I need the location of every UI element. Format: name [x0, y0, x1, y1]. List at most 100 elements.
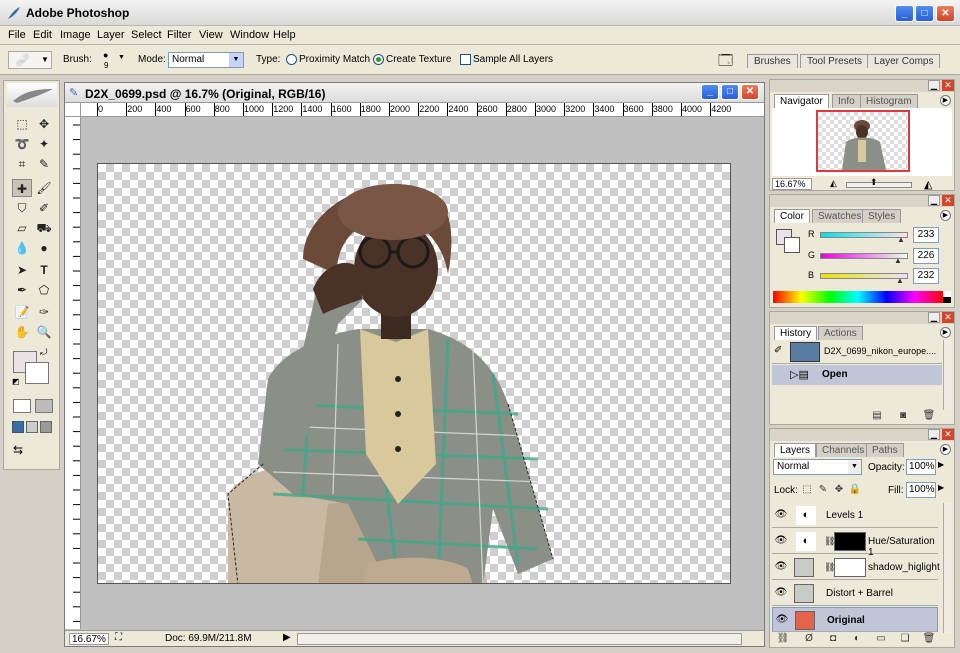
hand-tool-icon[interactable]: ✋ — [12, 323, 32, 341]
lasso-tool-icon[interactable]: ➰ — [12, 135, 32, 153]
move-tool-icon[interactable]: ✥ — [34, 115, 54, 133]
menu-window[interactable]: Window — [230, 29, 269, 41]
panel-minimize-button[interactable]: ▁ — [928, 80, 940, 91]
magic-wand-tool-icon[interactable]: ✦ — [34, 135, 54, 153]
panel-minimize-button[interactable]: ▁ — [928, 195, 940, 206]
history-brush-tool-icon[interactable]: ✐ — [34, 199, 54, 217]
layer-row-levels[interactable]: 👁 ◐ Levels 1 — [772, 503, 938, 528]
ruler-origin[interactable] — [65, 103, 81, 117]
eye-icon[interactable]: 👁 — [774, 509, 788, 521]
new-document-from-state-icon[interactable]: ▤ — [870, 410, 884, 422]
navigator-zoom-slider[interactable] — [846, 182, 912, 188]
lock-pixels-icon[interactable]: ✎ — [816, 484, 830, 496]
swap-colors-icon[interactable]: ⤾ — [40, 347, 48, 358]
zoom-field[interactable]: 16.67% — [69, 633, 109, 645]
green-value-input[interactable]: 226 — [913, 248, 939, 264]
default-colors-icon[interactable]: ◩ — [12, 377, 20, 386]
tab-layers[interactable]: Layers — [774, 443, 817, 457]
trash-icon[interactable]: 🗑 — [922, 410, 936, 422]
well-tab-tool-presets[interactable]: Tool Presets — [800, 54, 870, 68]
close-button[interactable]: ✕ — [936, 5, 955, 22]
maximize-button[interactable]: □ — [915, 5, 934, 22]
panel-menu-icon[interactable]: ▶ — [940, 95, 951, 106]
history-brush-source-icon[interactable]: ✐ — [774, 345, 782, 356]
menu-image[interactable]: Image — [60, 29, 91, 41]
notes-tool-icon[interactable]: 📝 — [12, 303, 32, 321]
fill-arrow-icon[interactable]: ▶ — [938, 483, 944, 492]
eye-icon[interactable]: 👁 — [774, 535, 788, 547]
navigator-preview[interactable] — [772, 108, 952, 176]
tab-info[interactable]: Info — [832, 94, 861, 108]
tab-channels[interactable]: Channels — [816, 443, 871, 457]
menu-view[interactable]: View — [199, 29, 223, 41]
pen-tool-icon[interactable]: ✒ — [12, 281, 32, 299]
eye-icon[interactable]: 👁 — [774, 561, 788, 573]
color-spectrum-bar[interactable] — [773, 291, 943, 303]
red-value-input[interactable]: 233 — [913, 227, 939, 243]
blue-value-input[interactable]: 232 — [913, 268, 939, 284]
new-snapshot-icon[interactable]: ◙ — [896, 410, 910, 422]
tab-paths[interactable]: Paths — [866, 443, 904, 457]
status-arrow-icon[interactable]: ▶ — [283, 632, 291, 643]
panel-menu-icon[interactable]: ▶ — [940, 444, 951, 455]
link-layers-icon[interactable]: ⛓ — [776, 633, 790, 645]
layer-row-distort-barrel[interactable]: 👁 Distort + Barrel — [772, 581, 938, 606]
paint-bucket-tool-icon[interactable]: ⛟ — [34, 219, 54, 237]
zoom-in-icon[interactable]: ◭ — [924, 178, 932, 191]
tab-swatches[interactable]: Swatches — [812, 209, 868, 223]
menu-help[interactable]: Help — [273, 29, 296, 41]
layer-style-icon[interactable]: Ø — [802, 633, 816, 645]
panel-close-button[interactable]: ✕ — [942, 195, 954, 206]
panel-close-button[interactable]: ✕ — [942, 80, 954, 91]
layer-mask-thumbnail[interactable] — [834, 532, 866, 551]
screen-mode-standard-icon[interactable] — [12, 421, 24, 433]
panel-close-button[interactable]: ✕ — [942, 429, 954, 440]
history-state[interactable]: ▷▤ Open — [772, 365, 942, 385]
quick-mask-icon[interactable] — [35, 399, 53, 413]
shape-tool-icon[interactable]: ⬠ — [34, 281, 54, 299]
jump-to-imageready-icon[interactable]: ⇆ — [13, 443, 51, 459]
lock-all-icon[interactable]: 🔒 — [848, 484, 862, 496]
new-layer-icon[interactable]: ❏ — [898, 633, 912, 645]
brush-picker[interactable]: ● 9 ▼ — [99, 50, 127, 70]
tab-navigator[interactable]: Navigator — [774, 94, 829, 108]
healing-brush-tool-icon[interactable]: ✚ — [12, 179, 32, 197]
adobe-online-feather-icon[interactable] — [7, 83, 57, 107]
doc-close-button[interactable]: ✕ — [741, 84, 759, 100]
tab-actions[interactable]: Actions — [818, 326, 863, 340]
eraser-tool-icon[interactable]: ▱ — [12, 219, 32, 237]
view-box[interactable] — [816, 110, 910, 172]
palette-toggle-icon[interactable]: 🗔 — [718, 50, 733, 74]
vertical-ruler[interactable] — [65, 117, 81, 629]
screen-mode-full-menu-icon[interactable] — [26, 421, 38, 433]
eye-icon[interactable]: 👁 — [775, 614, 789, 626]
green-slider-thumb-icon[interactable]: ▲ — [894, 256, 902, 265]
background-color-swatch[interactable] — [784, 237, 800, 253]
well-tab-brushes[interactable]: Brushes — [747, 54, 798, 68]
zoom-out-icon[interactable]: ◭ — [830, 178, 837, 189]
tab-histogram[interactable]: Histogram — [860, 94, 918, 108]
red-slider[interactable] — [820, 232, 908, 238]
well-tab-layer-comps[interactable]: Layer Comps — [867, 54, 941, 68]
layer-row-original[interactable]: 👁 Original — [772, 607, 938, 632]
panel-menu-icon[interactable]: ▶ — [940, 327, 951, 338]
dodge-tool-icon[interactable]: ● — [34, 239, 54, 257]
fill-input[interactable]: 100% — [906, 482, 936, 498]
tab-history[interactable]: History — [774, 326, 818, 340]
proximity-match-radio[interactable] — [286, 54, 297, 65]
layer-row-shadow-highlight[interactable]: 👁 ⛓ shadow_higlight — [772, 555, 940, 580]
mode-select[interactable]: Normal ▼ — [168, 52, 244, 68]
menu-layer[interactable]: Layer — [97, 29, 125, 41]
blend-mode-select[interactable]: Normal ▼ — [773, 459, 862, 475]
standard-mode-icon[interactable] — [13, 399, 31, 413]
panel-minimize-button[interactable]: ▁ — [928, 429, 940, 440]
blue-slider-thumb-icon[interactable]: ▲ — [896, 276, 904, 285]
layer-row-hue-saturation[interactable]: 👁 ◐ ⛓ Hue/Saturation 1 — [772, 529, 938, 558]
clone-stamp-tool-icon[interactable]: ⛉ — [12, 199, 32, 217]
doc-maximize-button[interactable]: □ — [721, 84, 739, 100]
background-color-swatch[interactable] — [25, 362, 49, 384]
menu-file[interactable]: File — [8, 29, 26, 41]
brush-tool-icon[interactable]: 🖌 — [34, 179, 54, 197]
slider-thumb-icon[interactable]: ⬆ — [870, 177, 878, 188]
trash-icon[interactable]: 🗑 — [922, 633, 936, 645]
